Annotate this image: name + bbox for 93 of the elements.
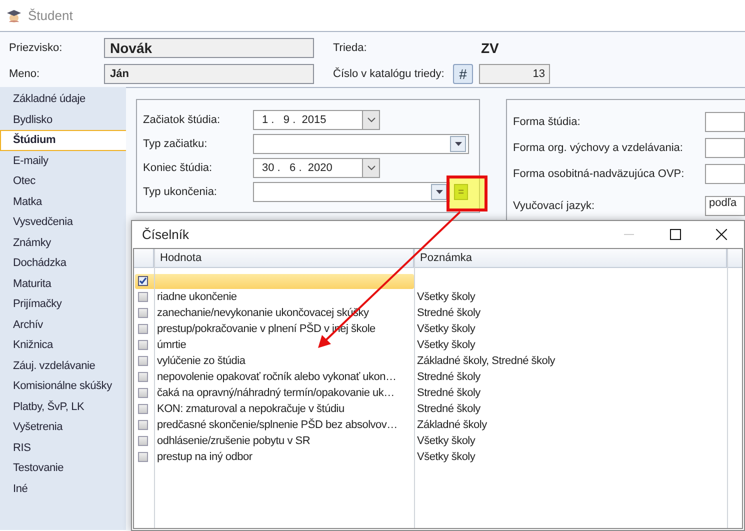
- sidebar-item[interactable]: Dochádzka: [0, 253, 126, 274]
- close-icon: [716, 229, 726, 240]
- field-label: Koniec štúdia:: [143, 162, 214, 174]
- dropdown-icon: [436, 190, 442, 194]
- dropdown-field[interactable]: [253, 134, 469, 154]
- dropdown-field[interactable]: [253, 182, 450, 202]
- table-cell-text: KON: zmaturoval a nepokračuje v štúdiu: [156, 403, 344, 415]
- maximize-icon: [670, 229, 680, 240]
- checkbox[interactable]: [138, 340, 148, 350]
- surname-field[interactable]: Novák: [104, 38, 314, 58]
- field-label: Forma osobitná-nadväzujúca OVP:: [513, 168, 686, 180]
- chevron-icon: [366, 165, 376, 171]
- sidebar-item[interactable]: Štúdium: [0, 130, 126, 150]
- checkbox[interactable]: [138, 372, 148, 382]
- date-value: 30 . 6 . 2020: [262, 162, 332, 174]
- checkbox[interactable]: [138, 388, 148, 398]
- input-field[interactable]: [705, 138, 745, 158]
- sidebar-item[interactable]: Matka: [0, 192, 126, 212]
- table-cell-text: Stredné školy: [416, 387, 480, 399]
- catalog-number-field[interactable]: 13: [479, 64, 550, 84]
- dropdown-icon: [454, 142, 462, 146]
- table-cell-text: Stredné školy: [416, 307, 480, 319]
- sidebar-item[interactable]: Otec: [0, 171, 126, 192]
- field-label: Začiatok štúdia:: [143, 114, 222, 126]
- checkbox[interactable]: [138, 324, 148, 334]
- field-label: Forma štúdia:: [513, 116, 582, 128]
- sidebar-item[interactable]: Známky: [0, 232, 126, 253]
- checkbox[interactable]: [138, 436, 148, 446]
- date-value: 1 . 9 . 2015: [262, 114, 326, 126]
- table-cell-text: Stredné školy: [416, 403, 480, 415]
- checkbox[interactable]: [138, 452, 148, 462]
- table-cell-text: Všetky školy: [416, 451, 476, 463]
- table-cell-text: Všetky školy: [416, 323, 476, 335]
- checkbox[interactable]: [138, 404, 148, 414]
- column-header[interactable]: Poznámka: [414, 249, 727, 267]
- checkbox[interactable]: [138, 420, 148, 430]
- selected-row-highlight[interactable]: [135, 274, 414, 288]
- class-label: Trieda:: [333, 42, 368, 54]
- table-cell-text: predčasné skončenie/splnenie PŠD bez absolvov…: [156, 419, 398, 431]
- checkbox[interactable]: [138, 292, 148, 302]
- sidebar-item[interactable]: Záuj. vzdelávanie: [0, 356, 126, 376]
- sidebar-item[interactable]: Platby, ŠvP, LK: [0, 396, 126, 417]
- input-field[interactable]: [705, 164, 745, 184]
- sidebar-item[interactable]: RIS: [0, 438, 126, 458]
- table-cell-text: odhlásenie/zrušenie pobytu v SR: [156, 435, 310, 447]
- sidebar-item[interactable]: Knižnica: [0, 335, 126, 356]
- checkbox[interactable]: [138, 308, 148, 318]
- name-label: Meno:: [9, 68, 41, 80]
- checkbox[interactable]: [138, 356, 148, 366]
- window-title: Študent: [28, 8, 73, 23]
- sidebar-item[interactable]: E-maily: [0, 150, 126, 171]
- sidebar-item[interactable]: Iné: [0, 478, 126, 499]
- table-cell-text: čaká na opravný/náhradný termín/opakovanie uk…: [156, 387, 394, 399]
- number-button[interactable]: #: [453, 64, 473, 84]
- highlight-box: [446, 176, 488, 212]
- sidebar-item[interactable]: Archív: [0, 314, 126, 335]
- table-cell-text: Základné školy: [416, 419, 487, 431]
- field-label: Forma org. výchovy a vzdelávania:: [513, 142, 684, 154]
- sidebar-item[interactable]: Prijímačky: [0, 294, 126, 314]
- table-cell-text: Všetky školy: [416, 291, 476, 303]
- date-field[interactable]: 30 . 6 . 2020: [253, 158, 380, 178]
- sidebar-item[interactable]: Maturita: [0, 274, 126, 294]
- input-field[interactable]: [705, 112, 745, 132]
- surname-label: Priezvisko:: [9, 42, 64, 54]
- field-label: Typ ukončenia:: [143, 186, 218, 198]
- table-cell-text: vylúčenie zo štúdia: [156, 355, 246, 367]
- minimize-icon: [624, 234, 634, 236]
- sidebar-item[interactable]: Bydlisko: [0, 110, 126, 130]
- date-field[interactable]: 1 . 9 . 2015: [253, 110, 380, 130]
- student-icon: [6, 8, 22, 24]
- table-cell-text: Všetky školy: [416, 435, 476, 447]
- table-cell-text: prestup na iný odbor: [156, 451, 252, 463]
- table-cell-text: úmrtie: [156, 339, 186, 351]
- sidebar-item[interactable]: Vyšetrenia: [0, 417, 126, 438]
- catalog-label: Číslo v katalógu triedy:: [333, 68, 446, 80]
- table-cell-text: Základné školy, Stredné školy: [416, 355, 556, 367]
- chevron-icon: [366, 117, 376, 123]
- sidebar-item[interactable]: Komisionálne skúšky: [0, 376, 126, 396]
- input-field[interactable]: podľa: [705, 196, 745, 216]
- sidebar-item[interactable]: Základné údaje: [0, 89, 126, 110]
- checkbox[interactable]: [138, 276, 148, 286]
- table-cell-text: Všetky školy: [416, 339, 476, 351]
- sidebar-item[interactable]: Vysvedčenia: [0, 212, 126, 232]
- field-label: Typ začiatku:: [143, 138, 208, 150]
- class-value: ZV: [481, 40, 499, 56]
- table-cell-text: Stredné školy: [416, 371, 480, 383]
- table-cell-text: nepovolenie opakovať ročník alebo vykonať ukon…: [156, 371, 396, 383]
- name-field[interactable]: Ján: [104, 64, 314, 84]
- column-header[interactable]: Hodnota: [154, 249, 414, 267]
- dialog-title: Číselník: [142, 227, 190, 242]
- sidebar-item[interactable]: Testovanie: [0, 458, 126, 478]
- table-cell-text: riadne ukončenie: [156, 291, 237, 303]
- field-label: Vyučovací jazyk:: [513, 200, 596, 212]
